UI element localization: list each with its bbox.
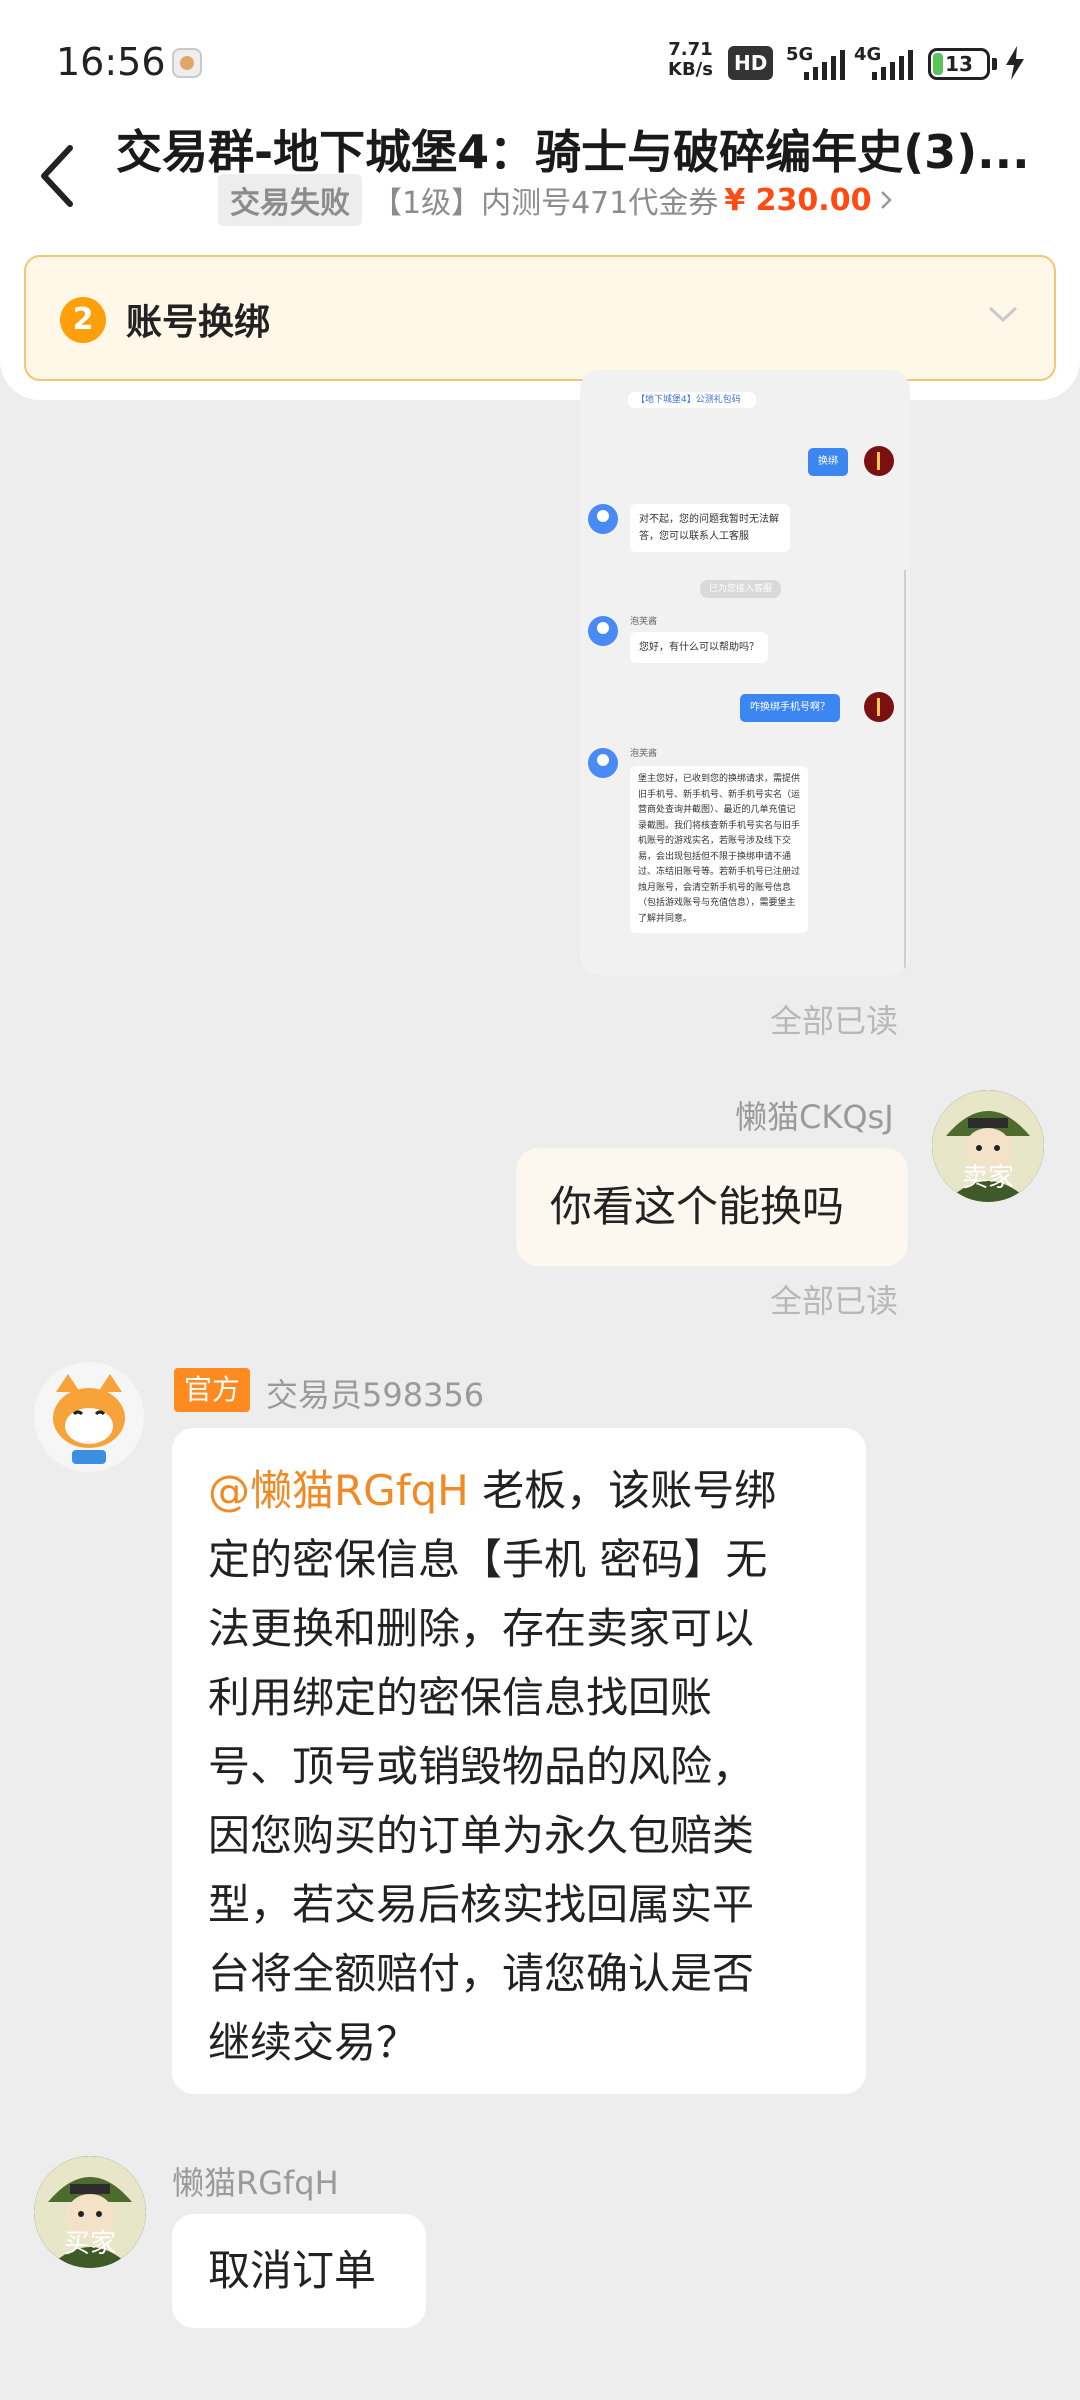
- seller-avatar[interactable]: 卖家: [932, 1090, 1044, 1202]
- staff-message-bubble[interactable]: @懒猫RGfqH 老板，该账号绑 定的密保信息【手机 密码】无 法更换和删除，存…: [172, 1428, 866, 2094]
- seller-message-bubble[interactable]: 你看这个能换吗: [516, 1148, 908, 1266]
- mini-bot-reply: 对不起，您的问题我暂时无法解答，您可以联系人工客服: [630, 504, 790, 552]
- step-label: 账号换绑: [126, 302, 271, 343]
- mini-agent-greeting: 您好，有什么可以帮助吗？: [630, 632, 768, 663]
- buyer-message-bubble[interactable]: 取消订单: [172, 2214, 426, 2328]
- mini-snippet: 【地下城堡4】公测礼包码: [628, 392, 756, 408]
- chevron-right-icon: [881, 191, 893, 209]
- staff-avatar[interactable]: [34, 1362, 144, 1472]
- order-status-badge: 交易失败: [218, 174, 362, 226]
- mention-link[interactable]: @懒猫RGfqH: [208, 1466, 469, 1515]
- order-description: 【1级】内测号471代金券: [372, 186, 719, 221]
- buyer-avatar[interactable]: 买家: [34, 2156, 146, 2268]
- step-number-badge: 2: [60, 297, 106, 343]
- cat-avatar-icon: [53, 1374, 125, 1464]
- sender-name: 交易员598356: [266, 1376, 485, 1414]
- mini-user-avatar-icon: [864, 692, 894, 722]
- chat-header: 交易群-地下城堡4：骑士与破碎编年史(3)... 交易失败 【1级】内测号471…: [0, 110, 1080, 400]
- official-badge: 官方: [174, 1368, 251, 1412]
- signal-5g-icon: 5G: [786, 44, 846, 80]
- mini-user-avatar-icon: [864, 446, 894, 476]
- sender-name: 懒猫CKQsJ: [735, 1098, 894, 1136]
- mini-blue-message-2: 咋换绑手机号啊？: [740, 694, 840, 722]
- mini-agent-long-reply: 堡主您好，已收到您的换绑请求，需提供旧手机号、新手机号、新手机号实名（运营商处查…: [630, 766, 808, 933]
- mini-system-note: 已为您接入客服: [700, 580, 782, 598]
- group-title: 交易群-地下城堡4：骑士与破碎编年史(3)...: [116, 125, 1030, 179]
- charging-bolt-icon: [1006, 46, 1024, 80]
- status-time: 16:56: [56, 40, 166, 84]
- mini-agent-avatar-icon: [588, 748, 618, 778]
- back-arrow-icon[interactable]: [30, 130, 90, 220]
- mini-agent-name: 泡芙酱: [630, 617, 658, 627]
- mini-scrollbar: [904, 570, 906, 970]
- read-receipt: 全部已读: [770, 1002, 899, 1040]
- sender-name: 懒猫RGfqH: [172, 2164, 339, 2202]
- app-notification-icon: [172, 48, 202, 78]
- seller-role-tag: 卖家: [961, 1163, 1014, 1193]
- order-summary[interactable]: 交易失败 【1级】内测号471代金券 ¥ 230.00: [218, 174, 893, 226]
- hd-voice-icon: HD: [728, 46, 774, 80]
- mini-agent-name: 泡芙酱: [630, 749, 658, 759]
- signal-4g-icon: 4G: [854, 44, 914, 80]
- status-bar: 16:56 7.71 KB/s HD 5G 4G 13: [0, 0, 1080, 110]
- step-banner[interactable]: 2 账号换绑: [24, 255, 1056, 381]
- chevron-down-icon: [988, 306, 1018, 323]
- mini-bot-avatar-icon: [588, 504, 618, 534]
- image-message[interactable]: 【地下城堡4】公测礼包码 换绑 对不起，您的问题我暂时无法解答，您可以联系人工客…: [580, 370, 910, 975]
- battery-icon: 13: [928, 48, 990, 80]
- order-price: ¥ 230.00: [724, 182, 872, 218]
- network-speed: 7.71 KB/s: [668, 39, 713, 80]
- mini-agent-avatar-icon: [588, 616, 618, 646]
- mini-blue-message-1: 换绑: [808, 448, 848, 476]
- read-receipt: 全部已读: [770, 1282, 899, 1320]
- buyer-role-tag: 买家: [63, 2229, 116, 2259]
